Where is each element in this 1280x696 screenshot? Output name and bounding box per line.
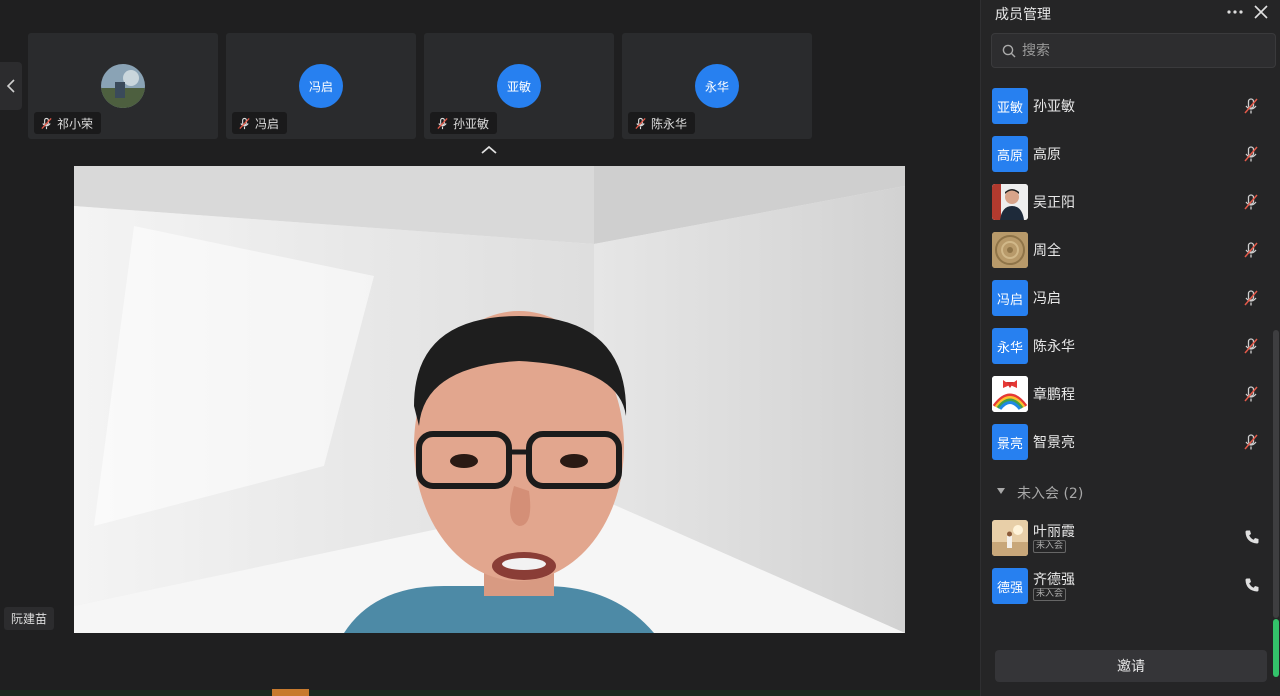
member-search[interactable] (991, 33, 1276, 68)
absent-badge: 未入会 (1033, 588, 1067, 601)
participant-tile[interactable]: 冯启 冯启 (226, 33, 416, 139)
mic-muted-icon[interactable] (1242, 433, 1260, 451)
mic-muted-icon (41, 117, 52, 129)
participant-tile[interactable]: 永华 陈永华 (622, 33, 812, 139)
more-options-button[interactable] (1225, 2, 1245, 22)
mic-muted-icon[interactable] (1242, 241, 1260, 259)
more-horizontal-icon (1227, 10, 1243, 14)
absent-section-label: 未入会 (2) (1017, 486, 1084, 502)
participant-nametag: 陈永华 (628, 112, 696, 134)
member-name: 周全 (1033, 243, 1061, 259)
participant-avatar: 亚敏 (497, 64, 541, 108)
member-management-panel: 成员管理 亚敏 孙亚敏 高原 高原 (980, 0, 1280, 696)
member-photo-avatar (992, 520, 1028, 556)
member-row[interactable]: 周全 (981, 226, 1273, 274)
bottom-divider (0, 690, 980, 696)
member-name: 陈永华 (1033, 339, 1075, 355)
search-icon (1002, 44, 1016, 58)
strip-prev-button[interactable] (0, 62, 22, 110)
mic-muted-icon[interactable] (1242, 193, 1260, 211)
scrollbar-active-indicator (1273, 619, 1279, 677)
member-avatar: 高原 (992, 136, 1028, 172)
bottom-toolbar-indicator (272, 689, 309, 696)
main-stage: 祁小荣 冯启 冯启 亚敏 孙亚敏 永华 陈永华 阮建苗 (0, 0, 980, 696)
member-name: 叶丽霞 (1033, 524, 1075, 540)
member-name: 冯启 (1033, 291, 1061, 307)
mic-muted-icon[interactable] (1242, 337, 1260, 355)
member-avatar: 德强 (992, 568, 1028, 604)
chevron-up-icon[interactable] (480, 145, 498, 155)
participant-name: 陈永华 (651, 116, 688, 131)
member-name: 吴正阳 (1033, 195, 1075, 211)
member-list: 亚敏 孙亚敏 高原 高原 吴正阳 周全 冯启 冯启 永华 陈永华 章鹏程 景亮 … (981, 82, 1273, 622)
member-row[interactable]: 吴正阳 (981, 178, 1273, 226)
invite-button[interactable]: 邀请 (995, 650, 1267, 682)
participant-avatar: 永华 (695, 64, 739, 108)
phone-call-icon[interactable] (1244, 577, 1260, 593)
participant-name: 孙亚敏 (453, 116, 490, 131)
participant-name: 祁小荣 (57, 116, 94, 131)
mic-muted-icon[interactable] (1242, 289, 1260, 307)
participant-photo-avatar (101, 64, 145, 108)
mic-muted-icon (239, 117, 250, 129)
participant-nametag: 冯启 (232, 112, 288, 134)
member-row[interactable]: 景亮 智景亮 (981, 418, 1273, 466)
member-row[interactable]: 高原 高原 (981, 130, 1273, 178)
member-name: 孙亚敏 (1033, 99, 1075, 115)
member-photo-avatar (992, 376, 1028, 412)
participant-tile[interactable]: 亚敏 孙亚敏 (424, 33, 614, 139)
caret-down-icon (997, 488, 1005, 494)
member-row[interactable]: 冯启 冯启 (981, 274, 1273, 322)
participant-nametag: 孙亚敏 (430, 112, 498, 134)
scrollbar-thumb[interactable] (1273, 330, 1279, 618)
chevron-left-icon (6, 79, 15, 93)
meeting-window: 祁小荣 冯启 冯启 亚敏 孙亚敏 永华 陈永华 阮建苗 成员管理 搜索 亚敏 孙… (0, 0, 1280, 696)
close-icon (1254, 5, 1268, 19)
mic-muted-icon[interactable] (1242, 385, 1260, 403)
mic-muted-icon (437, 117, 448, 129)
absent-member-row[interactable]: 德强 齐德强 未入会 (981, 562, 1273, 610)
phone-call-icon[interactable] (1244, 529, 1260, 545)
participant-nametag: 祁小荣 (34, 112, 102, 134)
member-name: 章鹏程 (1033, 387, 1075, 403)
member-name: 高原 (1033, 147, 1061, 163)
member-avatar: 冯启 (992, 280, 1028, 316)
close-panel-button[interactable] (1251, 2, 1271, 22)
mic-muted-icon[interactable] (1242, 97, 1260, 115)
participant-tile[interactable]: 祁小荣 (28, 33, 218, 139)
speaker-nametag: 阮建苗 (4, 607, 55, 630)
panel-header: 成员管理 (981, 0, 1280, 28)
participant-name: 冯启 (255, 116, 280, 131)
member-row[interactable]: 亚敏 孙亚敏 (981, 82, 1273, 130)
member-row[interactable]: 永华 陈永华 (981, 322, 1273, 370)
speaker-video (74, 166, 905, 633)
member-name: 齐德强 (1033, 572, 1075, 588)
member-avatar: 景亮 (992, 424, 1028, 460)
absent-badge: 未入会 (1033, 540, 1067, 553)
member-photo-avatar (992, 232, 1028, 268)
member-name: 智景亮 (1033, 435, 1075, 451)
absent-section-toggle[interactable]: 未入会 (2) (981, 480, 1273, 504)
absent-member-row[interactable]: 叶丽霞 未入会 (981, 514, 1273, 562)
panel-title: 成员管理 (995, 7, 1051, 23)
member-photo-avatar (992, 184, 1028, 220)
member-list-scrollbar[interactable] (1273, 82, 1279, 682)
mic-muted-icon (635, 117, 646, 129)
participant-thumbnail-strip: 祁小荣 冯启 冯启 亚敏 孙亚敏 永华 陈永华 (0, 0, 980, 142)
member-avatar: 亚敏 (992, 88, 1028, 124)
participant-avatar: 冯启 (299, 64, 343, 108)
mic-muted-icon[interactable] (1242, 145, 1260, 163)
member-row[interactable]: 章鹏程 (981, 370, 1273, 418)
search-input[interactable] (1022, 34, 1267, 67)
member-avatar: 永华 (992, 328, 1028, 364)
